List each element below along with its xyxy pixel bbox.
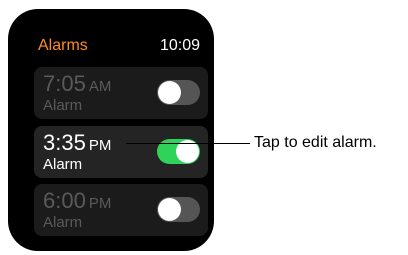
clock: 10:09	[159, 37, 200, 54]
app-title: Alarms	[38, 37, 88, 54]
alarm-label: Alarm	[43, 214, 83, 231]
callout-line	[126, 143, 250, 144]
alarm-ampm: AM	[88, 78, 112, 95]
alarm-label: Alarm	[43, 156, 83, 173]
toggle-knob	[158, 198, 181, 221]
alarm-row[interactable]: 6:00 PM Alarm	[34, 184, 208, 236]
watch-screen: Alarms 10:09 7:05 AM Alarm 3:35 PM Alarm 6…	[8, 9, 214, 251]
alarm-row[interactable]: 7:05 AM Alarm	[34, 67, 208, 119]
alarm-time: 7:05 AM	[43, 72, 111, 99]
alarm-ampm: PM	[88, 195, 112, 212]
alarm-ampm: PM	[88, 137, 112, 154]
alarm-label: Alarm	[43, 97, 83, 114]
alarm-time-value: 6:00	[43, 188, 86, 213]
alarm-toggle[interactable]	[157, 80, 200, 105]
alarm-time: 6:00 PM	[43, 189, 111, 216]
toggle-knob	[158, 81, 181, 104]
figure: Alarms 10:09 7:05 AM Alarm 3:35 PM Alarm 6…	[0, 0, 408, 255]
alarm-time: 3:35 PM	[43, 131, 111, 158]
alarm-toggle[interactable]	[157, 197, 200, 222]
callout-text: Tap to edit alarm.	[254, 134, 377, 151]
alarm-time-value: 3:35	[43, 130, 86, 155]
alarm-row[interactable]: 3:35 PM Alarm	[34, 126, 208, 178]
alarm-time-value: 7:05	[43, 71, 86, 96]
status-bar: Alarms 10:09	[38, 36, 200, 56]
